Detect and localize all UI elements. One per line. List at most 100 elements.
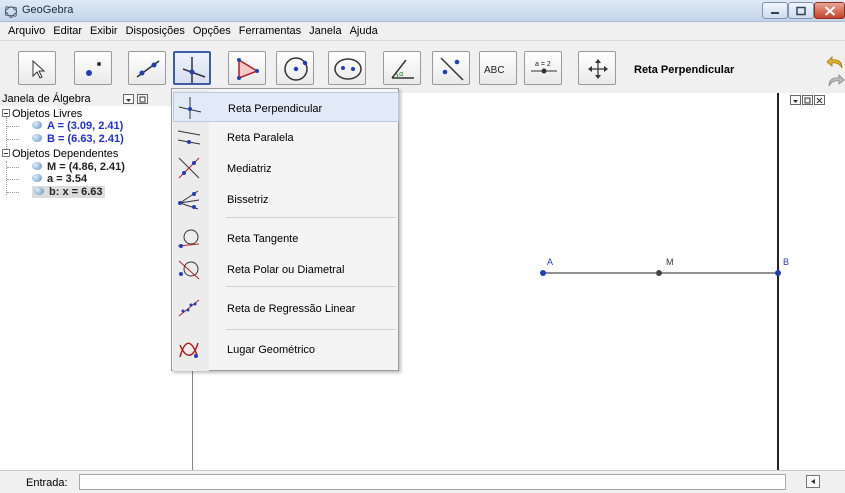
menu-editar[interactable]: Editar	[49, 22, 86, 40]
cursor-arrow-icon	[32, 59, 46, 79]
text-tool-button[interactable]: ABC	[479, 51, 517, 85]
visibility-toggle-icon[interactable]	[32, 121, 42, 129]
menu-ajuda[interactable]: Ajuda	[346, 22, 382, 40]
menu-bar: Arquivo Editar Exibir Disposições Opções…	[0, 22, 845, 41]
polygon-icon	[237, 58, 259, 80]
line-icon	[136, 60, 160, 78]
algebra-object-b[interactable]: B = (6.63, 2.41)	[32, 133, 124, 145]
text-tool-label: ABC	[484, 65, 505, 76]
tree-connector	[7, 192, 19, 193]
dropdown-item-reta-perpendicular[interactable]: Reta Perpendicular	[173, 92, 399, 122]
point-a[interactable]	[540, 270, 546, 276]
graphics-view-header	[790, 95, 826, 108]
slider-icon: a = 2	[531, 61, 557, 74]
visibility-toggle-icon[interactable]	[34, 187, 44, 195]
perpendicular-bisector-icon	[178, 157, 200, 179]
parallel-line-icon	[177, 130, 201, 145]
perpendicular-tool-button[interactable]	[173, 51, 211, 85]
input-help-button[interactable]	[806, 475, 820, 488]
algebra-view-title: Janela de Álgebra	[2, 93, 91, 105]
algebra-object-a[interactable]: A = (3.09, 2.41)	[32, 120, 123, 132]
algebra-menu-button[interactable]	[123, 94, 134, 104]
dropdown-item-reta-paralela[interactable]: Reta Paralela	[173, 122, 399, 152]
active-tool-name: Reta Perpendicular	[634, 64, 735, 76]
graphics-menu-button[interactable]	[790, 95, 801, 105]
point-b[interactable]	[775, 270, 781, 276]
point-tool-button[interactable]	[74, 51, 112, 85]
polar-line-icon	[178, 260, 200, 280]
tree-connector	[7, 167, 19, 168]
reflect-tool-button[interactable]	[432, 51, 470, 85]
dropdown-arrow-icon	[793, 100, 798, 103]
dropdown-item-reta-de-regressao-linear[interactable]: Reta de Regressão Linear	[173, 293, 399, 323]
text-icon: ABC	[484, 65, 505, 76]
free-objects-category[interactable]: Objetos Livres	[2, 108, 82, 120]
geogebra-logo-icon	[4, 6, 18, 18]
dropdown-separator	[226, 217, 396, 218]
triangle-left-icon	[811, 479, 815, 484]
dropdown-arrow-icon	[126, 99, 131, 102]
collapse-icon	[2, 149, 10, 157]
move-view-tool-button[interactable]	[578, 51, 616, 85]
maximize-icon	[796, 6, 806, 15]
label-b: B	[783, 257, 789, 267]
input-bar: Entrada:	[0, 470, 845, 493]
tree-connector	[7, 126, 19, 127]
dropdown-item-lugar-geometrico[interactable]: Lugar Geométrico	[173, 334, 399, 364]
algebra-view-header: Janela de Álgebra	[0, 93, 172, 106]
menu-opcoes[interactable]: Opções	[189, 22, 235, 40]
slider-tool-label: a = 2	[535, 61, 551, 68]
tangent-icon	[177, 229, 200, 248]
slider-tool-button[interactable]: a = 2	[524, 51, 562, 85]
input-label: Entrada:	[26, 477, 68, 489]
undo-icon[interactable]	[826, 53, 845, 72]
menu-janela[interactable]: Janela	[305, 22, 345, 40]
point-m[interactable]	[656, 270, 662, 276]
menu-exibir[interactable]: Exibir	[86, 22, 122, 40]
redo-icon[interactable]	[826, 71, 845, 90]
toolbar: α ABC a = 2 Reta Perpendicular	[0, 41, 845, 93]
minimize-button[interactable]	[762, 2, 788, 19]
close-button[interactable]	[814, 2, 845, 19]
visibility-toggle-icon[interactable]	[32, 134, 42, 142]
visibility-toggle-icon[interactable]	[32, 174, 42, 182]
perpendicular-tools-dropdown: Reta Perpendicular Reta Paralela Mediatr…	[171, 88, 399, 371]
label-a: A	[547, 257, 553, 267]
ellipse-icon	[334, 58, 362, 80]
label-m: M	[666, 257, 674, 267]
algebra-object-segment-a[interactable]: a = 3.54	[32, 173, 87, 185]
angle-bisector-icon	[178, 190, 200, 210]
perpendicular-line-icon	[182, 57, 206, 83]
move-arrows-icon	[588, 59, 608, 79]
dependent-objects-category[interactable]: Objetos Dependentes	[2, 148, 118, 160]
menu-disposicoes[interactable]: Disposições	[122, 22, 189, 40]
close-icon	[816, 97, 823, 104]
title-bar: GeoGebra	[0, 0, 845, 22]
conic-tool-button[interactable]	[328, 51, 366, 85]
algebra-object-m[interactable]: M = (4.86, 2.41)	[32, 161, 125, 173]
close-icon	[824, 5, 835, 16]
maximize-button[interactable]	[788, 2, 814, 19]
angle-tool-button[interactable]: α	[383, 51, 421, 85]
graphics-close-button[interactable]	[814, 95, 825, 105]
menu-ferramentas[interactable]: Ferramentas	[235, 22, 305, 40]
menu-arquivo[interactable]: Arquivo	[4, 22, 49, 40]
dropdown-item-reta-polar-ou-diametral[interactable]: Reta Polar ou Diametral	[173, 254, 399, 284]
algebra-undock-button[interactable]	[137, 94, 148, 104]
graphics-undock-button[interactable]	[802, 95, 813, 105]
command-input[interactable]	[79, 474, 786, 490]
move-tool-button[interactable]	[18, 51, 56, 85]
angle-icon: α	[391, 59, 414, 79]
line-tool-button[interactable]	[128, 51, 166, 85]
circle-tool-button[interactable]	[276, 51, 314, 85]
dropdown-separator	[226, 286, 396, 287]
dropdown-item-bissetriz[interactable]: Bissetriz	[173, 184, 399, 214]
algebra-object-line-b[interactable]: b: x = 6.63	[32, 186, 105, 198]
reflect-line-icon	[440, 57, 464, 81]
polygon-tool-button[interactable]	[228, 51, 266, 85]
dropdown-item-reta-tangente[interactable]: Reta Tangente	[173, 223, 399, 253]
visibility-toggle-icon[interactable]	[32, 162, 42, 170]
svg-text:α: α	[399, 70, 404, 78]
tree-connector	[7, 139, 19, 140]
dropdown-item-mediatriz[interactable]: Mediatriz	[173, 153, 399, 183]
